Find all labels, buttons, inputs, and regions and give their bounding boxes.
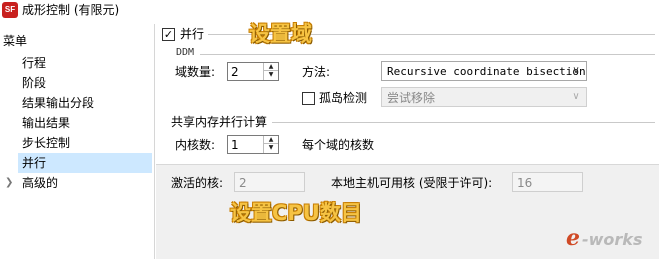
sidebar-item-stage[interactable]: 阶段 bbox=[18, 73, 152, 93]
island-detection-value: 尝试移除 bbox=[387, 91, 436, 105]
method-select[interactable]: Recursive coordinate bisection ∨ bbox=[381, 61, 587, 81]
cores-label: 内核数: bbox=[175, 138, 216, 152]
local-cores-label: 本地主机可用核 (受限于许可): bbox=[331, 176, 493, 190]
spin-down-icon[interactable]: ▼ bbox=[264, 144, 278, 152]
sidebar-menu: 菜单 行程 阶段 结果输出分段 输出结果 步长控制 并行 ❯ 高级的 bbox=[0, 24, 155, 259]
active-cores-value: 2 bbox=[239, 176, 247, 190]
sidebar-item-advanced[interactable]: 高级的 bbox=[18, 173, 152, 193]
domain-count-label: 域数量: bbox=[175, 65, 216, 79]
app-logo-icon: SF bbox=[2, 2, 18, 18]
method-value: Recursive coordinate bisection bbox=[387, 65, 586, 78]
ddm-section-title: DDM bbox=[176, 47, 195, 58]
expand-arrow-icon[interactable]: ❯ bbox=[5, 173, 15, 193]
sidebar-item-stroke[interactable]: 行程 bbox=[18, 53, 152, 73]
title-bar: SF 成形控制 (有限元) bbox=[0, 0, 659, 24]
parallel-checkbox[interactable]: ✓ bbox=[162, 28, 175, 41]
local-cores-field: 16 bbox=[512, 172, 583, 192]
island-detection-checkbox[interactable] bbox=[302, 92, 315, 105]
spin-up-icon[interactable]: ▲ bbox=[264, 136, 278, 144]
ddm-divider bbox=[200, 54, 655, 55]
method-label: 方法: bbox=[302, 65, 331, 79]
domain-count-value: 2 bbox=[231, 65, 239, 79]
cores-spinner[interactable]: 1 ▲ ▼ bbox=[227, 135, 279, 154]
domain-count-spinner[interactable]: 2 ▲ ▼ bbox=[227, 62, 279, 81]
island-detection-label: 孤岛检测 bbox=[319, 91, 368, 105]
spin-up-icon[interactable]: ▲ bbox=[264, 63, 278, 71]
sidebar-header: 菜单 bbox=[3, 34, 28, 48]
local-cores-value: 16 bbox=[517, 176, 533, 190]
shared-memory-divider bbox=[272, 122, 655, 123]
cores-per-domain-label: 每个域的核数 bbox=[302, 138, 375, 152]
sidebar-item-step-control[interactable]: 步长控制 bbox=[18, 133, 152, 153]
active-cores-field: 2 bbox=[234, 172, 305, 192]
eworks-watermark: e -works bbox=[566, 225, 643, 251]
chevron-down-icon: ∨ bbox=[572, 65, 580, 76]
sidebar-item-output-results[interactable]: 输出结果 bbox=[18, 113, 152, 133]
chevron-down-icon: ∨ bbox=[572, 91, 580, 102]
spin-down-icon[interactable]: ▼ bbox=[264, 71, 278, 79]
set-cpu-count-annotation: 设置CPU数目 bbox=[230, 201, 362, 225]
sidebar-item-result-output-segment[interactable]: 结果输出分段 bbox=[18, 93, 152, 113]
active-cores-label: 激活的核: bbox=[171, 176, 224, 190]
shared-memory-section-title: 共享内存并行计算 bbox=[171, 115, 268, 129]
sidebar-item-parallel[interactable]: 并行 bbox=[18, 153, 152, 173]
cores-value: 1 bbox=[231, 138, 239, 152]
set-domain-annotation: 设置域 bbox=[249, 22, 312, 46]
parallel-checkbox-label: 并行 bbox=[180, 27, 205, 41]
window-title: 成形控制 (有限元) bbox=[22, 3, 120, 17]
island-detection-select: 尝试移除 ∨ bbox=[381, 87, 587, 107]
